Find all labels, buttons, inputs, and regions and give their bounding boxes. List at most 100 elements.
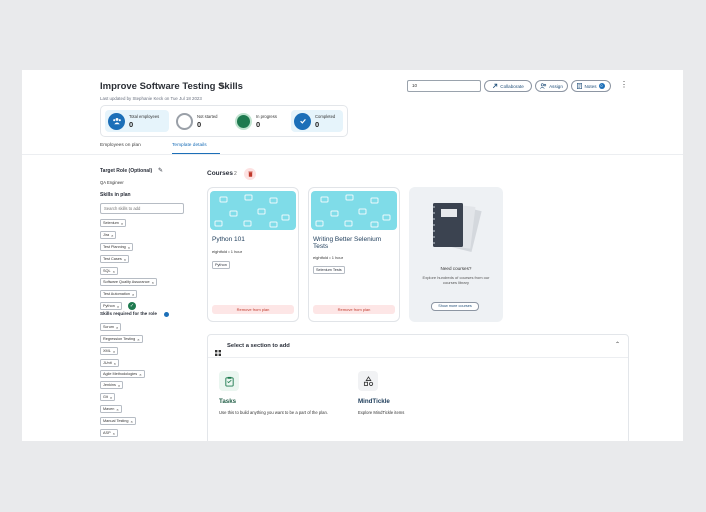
notes-label: Notes xyxy=(584,83,597,89)
skill-chip[interactable]: Test Automation × xyxy=(100,290,138,298)
stat-total-employees: Total employees 0 xyxy=(105,110,169,132)
share-icon xyxy=(493,83,498,89)
skill-chip[interactable]: ASP × xyxy=(100,429,118,437)
shapes-icon[interactable] xyxy=(358,371,378,391)
skill-chip[interactable]: JUnit × xyxy=(100,359,119,367)
remove-chip-icon[interactable]: × xyxy=(152,280,154,285)
stat-not-started: Not started 0 xyxy=(173,110,227,132)
mindtickle-description: Explore MindTickle items xyxy=(358,410,405,415)
remove-chip-icon[interactable]: × xyxy=(118,383,120,388)
course-card[interactable]: Writing Better Selenium Tests eightfold … xyxy=(308,187,400,322)
delete-courses-button[interactable] xyxy=(244,168,256,180)
tasks-title[interactable]: Tasks xyxy=(219,398,236,405)
stats-panel: Total employees 0 Not started 0 In progr… xyxy=(100,105,348,137)
course-title[interactable]: Writing Better Selenium Tests xyxy=(313,236,397,250)
course-skill-tag: Python xyxy=(212,261,230,269)
target-role-label: Target Role (Optional) xyxy=(100,168,153,174)
stat-label: In progress xyxy=(256,113,277,119)
book-pattern-icon xyxy=(315,194,391,228)
collaborate-button[interactable]: Collaborate xyxy=(484,80,532,92)
duration-input[interactable]: 10 xyxy=(407,80,481,92)
remove-chip-icon[interactable]: × xyxy=(128,245,130,250)
edit-title-icon[interactable]: ✎ xyxy=(219,82,226,91)
course-banner xyxy=(210,191,296,230)
course-card[interactable]: Python 101 eightfold • 1 hour Python Rem… xyxy=(207,187,299,322)
check-circle-icon xyxy=(294,112,311,130)
remove-chip-icon[interactable]: × xyxy=(121,221,123,226)
section-panel-title: Select a section to add xyxy=(227,343,290,349)
notes-button[interactable]: Notes 0 xyxy=(571,80,611,92)
last-updated-text: Last updated by Stephanie Keck on Tue Ju… xyxy=(100,96,202,101)
target-role-value: QA Engineer xyxy=(100,180,124,185)
remove-chip-icon[interactable]: × xyxy=(114,361,116,366)
remove-chip-icon[interactable]: × xyxy=(113,269,115,274)
skill-chip[interactable]: Scrum × xyxy=(100,323,122,331)
skill-chip[interactable]: Maven × xyxy=(100,405,122,413)
users-icon xyxy=(540,83,547,89)
stat-label: Completed xyxy=(315,113,336,119)
courses-label: Courses xyxy=(207,170,234,177)
skill-chip[interactable]: Software Quality Assurance × xyxy=(100,278,157,286)
main-card: Improve Software Testing Skills ✎ Last u… xyxy=(22,70,683,441)
remove-chip-icon[interactable]: × xyxy=(137,337,139,342)
tasks-icon[interactable] xyxy=(219,371,239,391)
skill-chip[interactable]: Python × xyxy=(100,302,123,310)
add-section-panel: Select a section to add ⌃ Tasks Use this… xyxy=(207,334,629,441)
need-courses-title: Need courses? xyxy=(440,266,472,271)
assign-button[interactable]: Assign xyxy=(535,80,568,92)
skill-chip[interactable]: Jenkins × xyxy=(100,381,124,389)
skill-chip[interactable]: Git × xyxy=(100,393,116,401)
skill-chip[interactable]: Regression Testing × xyxy=(100,335,143,343)
skill-search-input[interactable] xyxy=(100,203,184,214)
notebook-icon xyxy=(433,203,482,253)
notes-count-badge: 0 xyxy=(598,83,605,89)
skill-chip[interactable]: XML × xyxy=(100,347,119,355)
remove-chip-icon[interactable]: × xyxy=(130,419,132,424)
trash-icon xyxy=(247,171,253,177)
skill-chip[interactable]: Selenium × xyxy=(100,219,127,227)
course-title[interactable]: Python 101 xyxy=(212,236,245,243)
remove-chip-icon[interactable]: × xyxy=(116,325,118,330)
edit-role-icon[interactable]: ✎ xyxy=(158,167,163,174)
info-icon[interactable] xyxy=(164,312,169,317)
chevron-up-icon[interactable]: ⌃ xyxy=(615,341,620,348)
remove-from-plan-button[interactable]: Remove from plan xyxy=(313,305,395,314)
grid-icon xyxy=(215,343,221,361)
remove-from-plan-button[interactable]: Remove from plan xyxy=(212,305,294,314)
stat-value: 0 xyxy=(129,119,134,129)
remove-chip-icon[interactable]: × xyxy=(113,431,115,436)
remove-chip-icon[interactable]: × xyxy=(117,304,119,309)
remove-chip-icon[interactable]: × xyxy=(110,395,112,400)
skill-chip[interactable]: Agile Methodologies × xyxy=(100,370,145,378)
skills-required-label: Skills required for the role xyxy=(100,311,157,316)
skill-chip[interactable]: Test Cases × xyxy=(100,255,130,263)
course-banner xyxy=(311,191,397,230)
need-courses-description: Explore hundreds of courses from our cou… xyxy=(422,275,490,285)
not-started-icon xyxy=(176,112,193,130)
skill-chip[interactable]: SQL × xyxy=(100,267,118,275)
course-provider: eightfold • 1 hour xyxy=(212,249,243,254)
stat-completed: Completed 0 xyxy=(291,110,343,132)
skills-in-plan-label: Skills in plan xyxy=(100,192,131,198)
mindtickle-title[interactable]: MindTickle xyxy=(358,398,390,405)
show-more-courses-button[interactable]: Show more courses xyxy=(431,302,479,311)
note-icon xyxy=(577,83,583,89)
stat-label: Total employees xyxy=(129,113,160,119)
remove-chip-icon[interactable]: × xyxy=(132,292,134,297)
remove-chip-icon[interactable]: × xyxy=(124,257,126,262)
remove-chip-icon[interactable]: × xyxy=(111,233,113,238)
more-options-icon[interactable]: ⋮ xyxy=(620,80,628,89)
stat-label: Not started xyxy=(197,113,218,119)
remove-chip-icon[interactable]: × xyxy=(116,407,118,412)
stat-in-progress: In progress 0 xyxy=(232,110,286,132)
need-courses-card: Need courses? Explore hundreds of course… xyxy=(409,187,503,322)
stat-value: 0 xyxy=(315,119,320,129)
verified-check-icon: ✓ xyxy=(128,302,136,310)
skill-chip[interactable]: Test Planning × xyxy=(100,243,134,251)
tab-template-details[interactable]: Template details xyxy=(172,143,207,148)
remove-chip-icon[interactable]: × xyxy=(113,349,115,354)
tab-employees-on-plan[interactable]: Employees on plan xyxy=(100,143,141,148)
remove-chip-icon[interactable]: × xyxy=(139,372,141,377)
skill-chip[interactable]: Manual Testing × xyxy=(100,417,136,425)
skill-chip[interactable]: Jira × xyxy=(100,231,117,239)
